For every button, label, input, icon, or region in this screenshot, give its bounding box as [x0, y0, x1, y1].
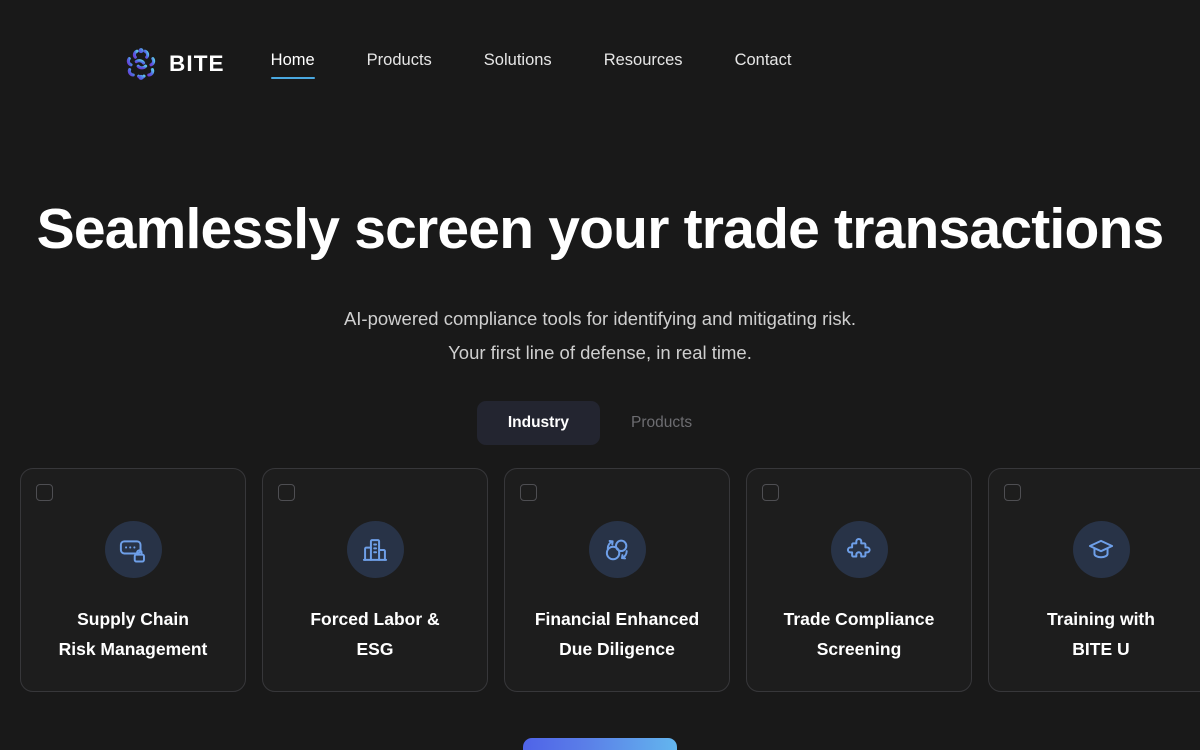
card-title-line-2: ESG: [356, 639, 394, 660]
hero-subtitle-line-1: AI-powered compliance tools for identify…: [343, 307, 857, 329]
card-icon-badge: [830, 521, 888, 578]
card-title-line-1: Training with: [1047, 609, 1155, 629]
card-title-line-2: Screening: [816, 639, 902, 660]
molecule-network-logo-icon: [126, 48, 156, 80]
circles-refresh-icon: [605, 539, 628, 560]
page-title: Seamlessly screen your trade transaction…: [36, 197, 1165, 261]
site-header: BITE Home Products Solutions Resources C…: [0, 0, 1200, 128]
card-icon-badge: [1072, 521, 1130, 578]
card-title: Financial Enhanced Due Diligence: [523, 604, 711, 664]
card-icon-badge: [104, 521, 162, 578]
cta-button-container: [0, 738, 1200, 750]
industry-products-toggle: Industry Products: [476, 401, 723, 446]
card-checkbox[interactable]: [762, 484, 779, 501]
nav-item-products[interactable]: Products: [367, 49, 432, 79]
tab-industry[interactable]: Industry: [476, 401, 600, 446]
puzzle-piece-icon: [846, 537, 871, 558]
nav-item-home[interactable]: Home: [270, 49, 315, 79]
card-title-line-1: Forced Labor &: [310, 609, 440, 629]
hero-section: Seamlessly screen your trade transaction…: [0, 128, 1200, 446]
card-forced-labor-esg[interactable]: Forced Labor & ESG: [262, 468, 488, 692]
card-title-line-1: Supply Chain: [77, 609, 189, 629]
card-checkbox[interactable]: [36, 484, 53, 501]
card-training-with-bite-u[interactable]: Training with BITE U: [988, 468, 1200, 692]
card-checkbox[interactable]: [1004, 484, 1021, 501]
card-title: Trade Compliance Screening: [772, 604, 947, 664]
card-title: Training with BITE U: [1035, 604, 1167, 664]
card-title: Forced Labor & ESG: [298, 604, 451, 664]
hero-subtitle-line-2: Your first line of defense, in real time…: [448, 341, 752, 363]
card-title: Supply Chain Risk Management: [47, 604, 220, 664]
category-card-list: Supply Chain Risk Management Forced Labo…: [20, 468, 1200, 692]
card-trade-compliance-screening[interactable]: Trade Compliance Screening: [746, 468, 972, 692]
card-icon-badge: [346, 521, 404, 578]
tab-products[interactable]: Products: [600, 401, 723, 445]
card-lock-icon: [119, 539, 145, 563]
graduation-cap-icon: [1088, 539, 1114, 558]
nav-item-contact[interactable]: Contact: [735, 49, 792, 79]
brand-name: BITE: [169, 51, 225, 76]
card-title-line-1: Trade Compliance: [783, 609, 935, 629]
building-icon: [362, 538, 388, 561]
card-title-line-2: Risk Management: [58, 639, 208, 660]
card-title-line-2: Due Diligence: [559, 639, 675, 660]
hero-subtitle: AI-powered compliance tools for identify…: [0, 302, 1200, 369]
nav-item-solutions[interactable]: Solutions: [484, 49, 552, 79]
card-title-line-2: BITE U: [1072, 639, 1130, 660]
card-financial-enhanced-due-diligence[interactable]: Financial Enhanced Due Diligence: [504, 468, 730, 692]
cta-button[interactable]: [523, 738, 677, 750]
card-icon-badge: [588, 521, 646, 578]
landing-page: BITE Home Products Solutions Resources C…: [0, 0, 1200, 750]
card-supply-chain-risk-management[interactable]: Supply Chain Risk Management: [20, 468, 246, 692]
card-checkbox[interactable]: [278, 484, 295, 501]
brand-logo-group[interactable]: BITE: [124, 47, 225, 81]
card-title-line-1: Financial Enhanced: [534, 609, 700, 629]
nav-item-resources[interactable]: Resources: [604, 49, 683, 79]
primary-nav: Home Products Solutions Resources Contac…: [270, 49, 792, 79]
card-checkbox[interactable]: [520, 484, 537, 501]
